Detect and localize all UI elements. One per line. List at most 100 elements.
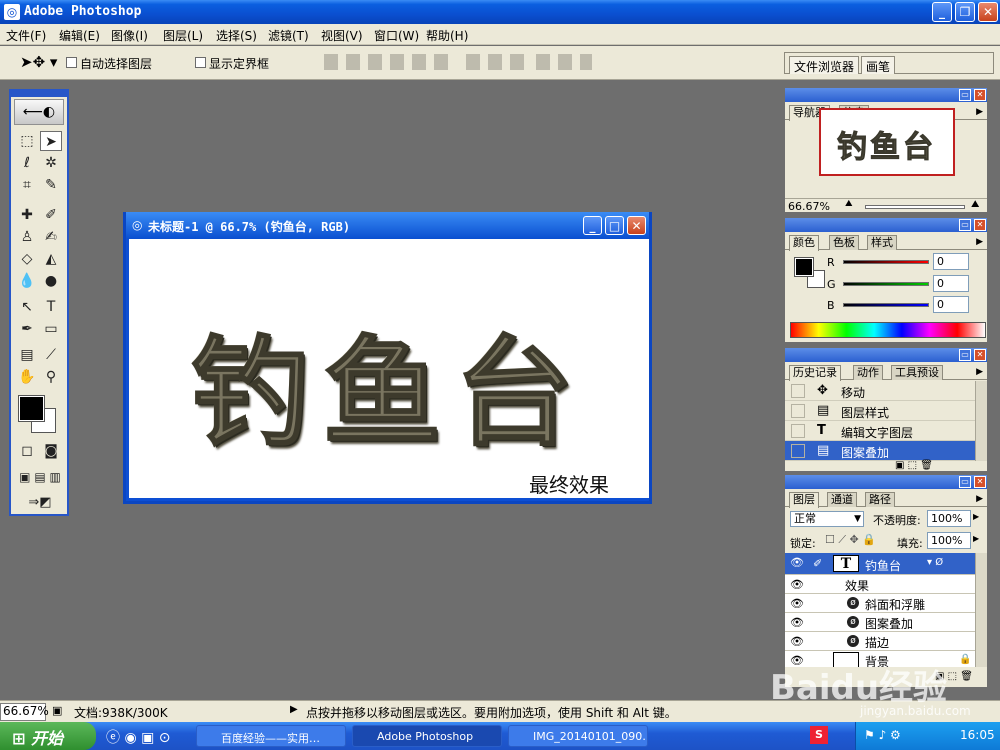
screen-mode-icons[interactable]: ▣ ▤ ▥ [13,467,67,487]
tab-swatches[interactable]: 色板 [829,235,859,250]
clock[interactable]: 16:05 [960,728,995,742]
restore-button[interactable]: ❐ [955,2,975,22]
path-selection-tool-icon[interactable]: ↖ [16,297,38,317]
menu-file[interactable]: 文件(F) [6,27,46,44]
document-canvas[interactable]: 钓鱼台 最终效果 [129,239,649,498]
tray-icons[interactable]: ⚑ ♪ ⚙ [864,728,901,742]
photoshop-app-icon[interactable]: ◎ [4,4,20,20]
tab-color[interactable]: 颜色 [789,235,819,251]
menu-select[interactable]: 选择(S) [216,27,257,44]
b-slider[interactable] [843,303,929,307]
menu-image[interactable]: 图像(I) [111,27,148,44]
start-button[interactable]: ⊞ 开始 [0,722,96,750]
opacity-arrow-icon[interactable]: ▶ [973,512,979,521]
tab-layers[interactable]: 图层 [789,492,819,508]
paint-bucket-tool-icon[interactable]: ◭ [40,249,62,269]
jump-to-imageready-icon[interactable]: ⇒◩ [13,493,67,513]
layer-row-text[interactable]: 👁 ✐ T 钓鱼台 ▾ Ø [785,553,975,575]
menu-window[interactable]: 窗口(W) [374,27,419,44]
crop-tool-icon[interactable]: ⌗ [16,175,38,195]
standard-mode-icon[interactable]: ◻ [16,441,38,461]
navigator-zoom-slider[interactable] [865,205,965,209]
palette-close-icon[interactable]: ✕ [974,476,986,488]
menu-layer[interactable]: 图层(L) [163,27,203,44]
eye-icon[interactable]: 👁 [790,616,804,629]
auto-select-layer-checkbox[interactable] [66,57,77,68]
tab-actions[interactable]: 动作 [853,365,883,380]
doc-info-icon[interactable]: ▣ [52,704,62,717]
type-tool-icon[interactable]: T [40,297,62,317]
dodge-tool-icon[interactable]: ● [40,271,62,291]
eye-icon[interactable]: 👁 [790,597,804,610]
tab-history[interactable]: 历史记录 [789,365,841,381]
history-item[interactable]: T 编辑文字图层 [785,421,975,441]
clone-stamp-tool-icon[interactable]: ♙ [16,227,38,247]
palette-close-icon[interactable]: ✕ [974,219,986,231]
foreground-color-swatch[interactable] [18,395,45,422]
history-item[interactable]: ▤ 图层样式 [785,401,975,421]
brush-tool-icon[interactable]: ✐ [40,205,62,225]
feather-logo-icon[interactable]: ⟵◐ [14,99,64,125]
minimize-button[interactable]: _ [932,2,952,22]
palette-minimize-icon[interactable]: ▭ [959,89,971,101]
eye-icon[interactable]: 👁 [790,635,804,648]
show-bounding-box-checkbox[interactable] [195,57,206,68]
palette-close-icon[interactable]: ✕ [974,349,986,361]
menu-edit[interactable]: 编辑(E) [59,27,100,44]
eraser-tool-icon[interactable]: ◇ [16,249,38,269]
file-browser-tab[interactable]: 文件浏览器 [789,56,860,74]
effect-row[interactable]: 👁 ø 斜面和浮雕 [785,594,975,613]
move-tool-preset-icon[interactable]: ➤✥ ▾ [20,53,57,71]
doc-minimize-button[interactable]: _ [583,216,602,235]
fill-field[interactable]: 100% [927,532,971,549]
palette-minimize-icon[interactable]: ▭ [959,476,971,488]
history-source-box[interactable] [791,404,805,418]
g-slider[interactable] [843,282,929,286]
fill-arrow-icon[interactable]: ▶ [973,534,979,543]
color-ramp[interactable] [790,322,986,338]
quick-mask-mode-icon[interactable]: ◙ [40,441,62,461]
tab-tool-presets[interactable]: 工具预设 [891,365,943,380]
status-zoom-field[interactable]: 66.67% [0,703,49,721]
history-source-box[interactable] [791,444,805,458]
close-button[interactable]: ✕ [978,2,998,22]
opacity-field[interactable]: 100% [927,510,971,527]
quick-launch-icons[interactable]: ⓔ ◉ ▣ ⊙ [106,727,171,747]
palette-close-icon[interactable]: ✕ [974,89,986,101]
history-footer-icons[interactable]: ▣ ⬚ 🗑 [895,460,933,471]
history-item-selected[interactable]: ▤ 图案叠加 [785,441,975,461]
slice-tool-icon[interactable]: ✎ [40,175,62,195]
palette-menu-icon[interactable]: ▶ [976,367,983,377]
menu-view[interactable]: 视图(V) [321,27,363,44]
magic-wand-tool-icon[interactable]: ✲ [40,153,62,173]
taskbar-image-button[interactable]: IMG_20140101_090… [508,725,648,747]
tab-channels[interactable]: 通道 [827,492,857,507]
palette-menu-icon[interactable]: ▶ [976,494,983,504]
taskbar-photoshop-button[interactable]: Adobe Photoshop [352,725,502,747]
layer-effects-row[interactable]: 👁 效果 [785,575,975,594]
ime-icon[interactable]: S [810,726,828,744]
b-value-field[interactable]: 0 [933,296,969,313]
menu-help[interactable]: 帮助(H) [426,27,468,44]
pen-tool-icon[interactable]: ✒ [16,319,38,339]
eye-icon[interactable]: 👁 [790,578,804,591]
status-arrow-icon[interactable]: ▶ [290,704,298,715]
shape-tool-icon[interactable]: ▭ [40,319,62,339]
layer-effects-icon[interactable]: ▾ Ø [927,557,943,568]
hand-tool-icon[interactable]: ✋ [16,367,38,387]
doc-maximize-button[interactable]: □ [605,216,624,235]
lasso-tool-icon[interactable]: ℓ [16,153,38,173]
zoom-tool-icon[interactable]: ⚲ [40,367,62,387]
tab-paths[interactable]: 路径 [865,492,895,507]
lock-icons[interactable]: ☐ ⟋ ✥ 🔒 [825,533,876,547]
navigator-thumbnail[interactable]: 钓鱼台 [819,108,955,176]
tab-styles[interactable]: 样式 [867,235,897,250]
zoom-out-icon[interactable]: ⛰ [845,199,853,209]
blur-tool-icon[interactable]: 💧 [16,271,38,291]
doc-close-button[interactable]: ✕ [627,216,646,235]
effect-row[interactable]: 👁 ø 图案叠加 [785,613,975,632]
palette-minimize-icon[interactable]: ▭ [959,349,971,361]
marquee-tool-icon[interactable]: ⬚ [16,131,38,151]
eyedropper-tool-icon[interactable]: ⟋ [40,345,62,365]
brush-link-icon[interactable]: ✐ [813,557,822,570]
